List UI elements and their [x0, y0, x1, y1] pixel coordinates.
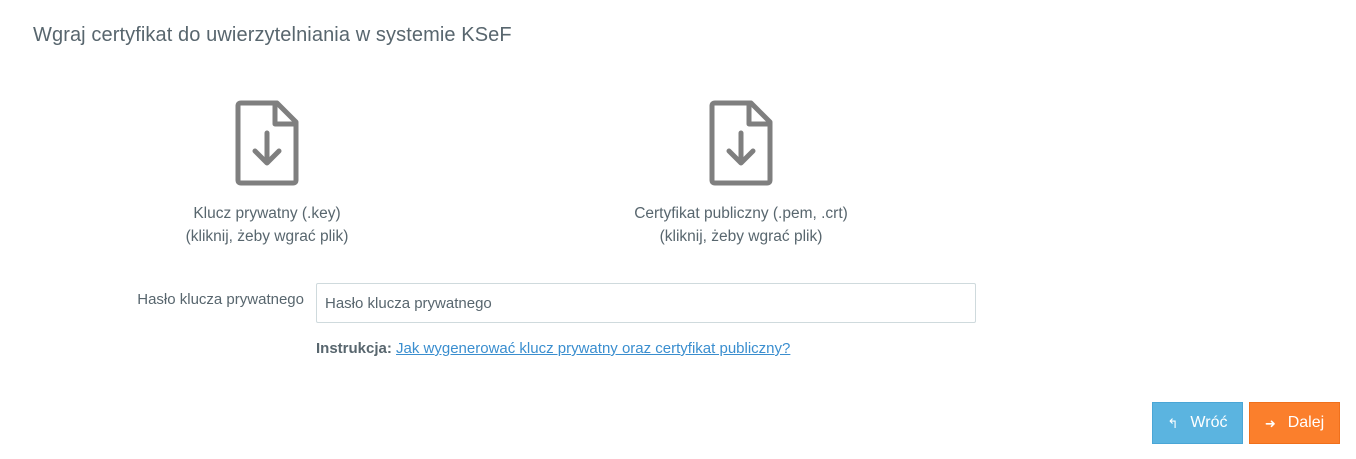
next-button[interactable]: ➜ Dalej	[1249, 402, 1340, 444]
instruction-link[interactable]: Jak wygenerować klucz prywatny oraz cert…	[396, 340, 790, 357]
arrow-right-icon: ➜	[1264, 415, 1276, 431]
private-key-hint: (kliknij, żeby wgrać plik)	[185, 228, 349, 245]
file-download-icon	[709, 100, 773, 186]
back-button[interactable]: ↰ Wróć	[1152, 402, 1243, 444]
reply-arrow-icon: ↰	[1167, 415, 1179, 431]
password-label: Hasło klucza prywatnego	[137, 291, 304, 308]
instruction-line: Instrukcja: Jak wygenerować klucz prywat…	[316, 340, 790, 357]
public-certificate-label: Certyfikat publiczny (.pem, .crt)	[634, 205, 848, 222]
private-key-label: Klucz prywatny (.key)	[193, 205, 341, 222]
private-key-upload-zone[interactable]: Klucz prywatny (.key) (kliknij, żeby wgr…	[117, 100, 417, 248]
instruction-label: Instrukcja:	[316, 340, 392, 357]
back-button-label: Wróć	[1190, 414, 1228, 431]
public-certificate-hint: (kliknij, żeby wgrać plik)	[659, 228, 823, 245]
next-button-label: Dalej	[1287, 414, 1325, 431]
page-title: Wgraj certyfikat do uwierzytelniania w s…	[33, 24, 512, 46]
public-certificate-upload-zone[interactable]: Certyfikat publiczny (.pem, .crt) (klikn…	[591, 100, 891, 248]
private-key-password-input[interactable]	[316, 283, 976, 323]
file-download-icon	[235, 100, 299, 186]
